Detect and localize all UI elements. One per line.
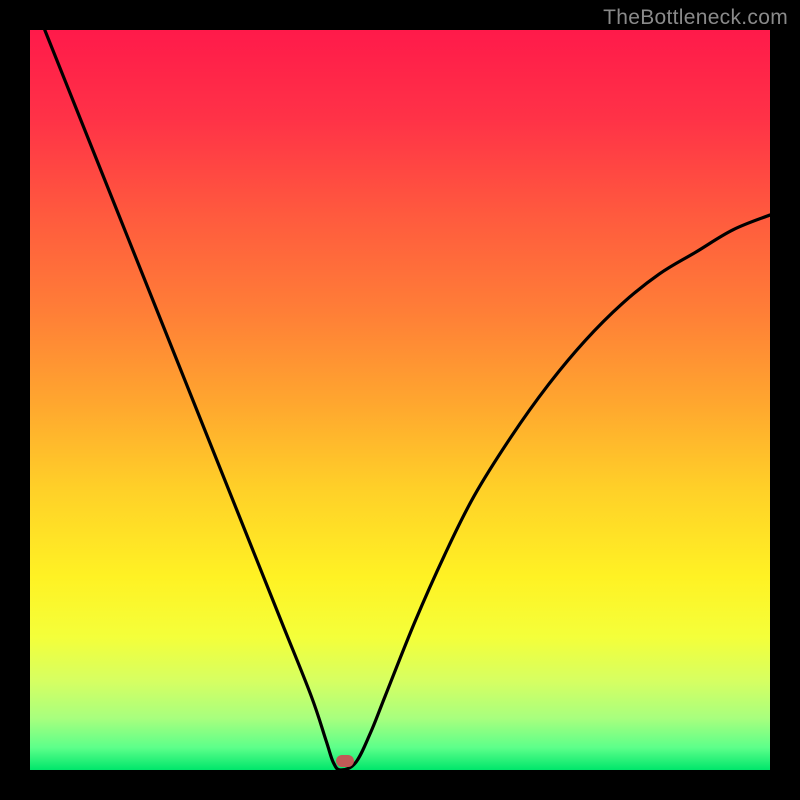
minimum-marker	[336, 755, 354, 767]
watermark-text: TheBottleneck.com	[603, 6, 788, 30]
chart-frame: TheBottleneck.com	[0, 0, 800, 800]
plot-area	[30, 30, 770, 770]
bottleneck-curve	[30, 30, 770, 770]
